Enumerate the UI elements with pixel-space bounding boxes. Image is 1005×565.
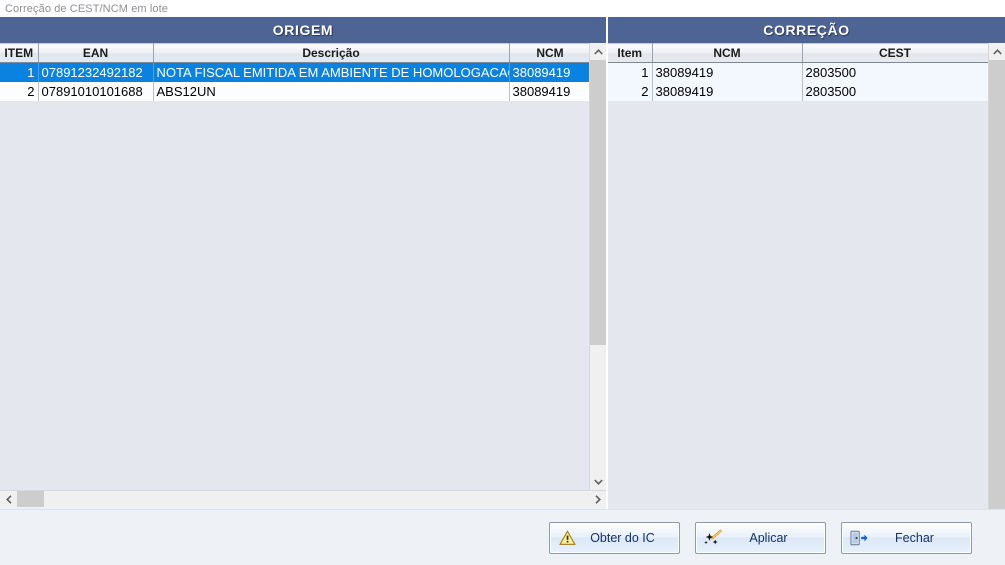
- origem-vscroll-thumb[interactable]: [590, 60, 606, 345]
- origem-cell-ncm: 38089419: [509, 82, 589, 101]
- correcao-cell-ncm: 38089419: [652, 82, 803, 101]
- magic-wand-icon: [702, 529, 724, 546]
- origem-cell-item: 1: [0, 62, 39, 82]
- aplicar-label: Aplicar: [749, 530, 788, 545]
- obter-do-ic-label: Obter do IC: [590, 530, 655, 545]
- correcao-panel: CORREÇÃO Item NCM CEST 1 38089419 280350…: [608, 17, 1005, 509]
- exit-door-icon: [848, 530, 870, 546]
- correcao-grid-empty-area: [608, 101, 988, 509]
- chevron-up-icon[interactable]: [989, 43, 1005, 60]
- table-row[interactable]: 2 38089419 2803500: [608, 82, 988, 101]
- correcao-header-row: Item NCM CEST: [608, 43, 988, 63]
- origem-vscroll-track[interactable]: [590, 60, 606, 473]
- origem-panel-body: ITEM EAN Descrição NCM 1 07891232492182 …: [0, 43, 608, 509]
- correcao-col-cest[interactable]: CEST: [802, 43, 988, 63]
- correcao-grid-wrapper: Item NCM CEST 1 38089419 2803500 2 38089…: [608, 43, 1005, 509]
- origem-panel: ORIGEM ITEM EAN Descrição NCM 1 07891232…: [0, 17, 608, 509]
- aplicar-button[interactable]: Aplicar: [695, 521, 826, 554]
- correcao-cell-item: 1: [608, 62, 653, 82]
- table-row[interactable]: 1 38089419 2803500: [608, 62, 988, 82]
- origem-grid-wrapper: ITEM EAN Descrição NCM 1 07891232492182 …: [0, 43, 608, 490]
- origem-vertical-scrollbar[interactable]: [589, 43, 606, 490]
- correcao-vertical-scrollbar[interactable]: [988, 43, 1005, 509]
- correcao-panel-body: Item NCM CEST 1 38089419 2803500 2 38089…: [608, 43, 1005, 509]
- correcao-table: Item NCM CEST 1 38089419 2803500 2 38089…: [608, 43, 988, 101]
- origem-grid-empty-area: [0, 101, 589, 490]
- origem-cell-ncm: 38089419: [509, 62, 589, 82]
- obter-do-ic-button[interactable]: Obter do IC: [549, 521, 680, 554]
- origem-col-item[interactable]: ITEM: [0, 43, 39, 63]
- correcao-vscroll-track[interactable]: [989, 60, 1005, 509]
- origem-horizontal-scrollbar[interactable]: [0, 490, 606, 507]
- chevron-up-icon[interactable]: [590, 43, 606, 60]
- correcao-panel-title: CORREÇÃO: [608, 17, 1005, 43]
- origem-panel-title: ORIGEM: [0, 17, 608, 43]
- correcao-cell-item: 2: [608, 82, 653, 101]
- origem-cell-descricao: ABS12UN: [153, 82, 510, 101]
- correcao-col-ncm[interactable]: NCM: [652, 43, 803, 63]
- correcao-cell-cest: 2803500: [802, 82, 988, 101]
- origem-cell-ean: 07891232492182: [38, 62, 154, 82]
- window-titlebar: Correção de CEST/NCM em lote: [0, 0, 1005, 17]
- origem-cell-item: 2: [0, 82, 39, 101]
- fechar-button[interactable]: Fechar: [841, 521, 972, 554]
- origem-cell-ean: 07891010101688: [38, 82, 154, 101]
- window-title: Correção de CEST/NCM em lote: [5, 2, 168, 15]
- chevron-right-icon[interactable]: [589, 491, 606, 507]
- origem-header-row: ITEM EAN Descrição NCM: [0, 43, 589, 63]
- correcao-col-item[interactable]: Item: [608, 43, 653, 63]
- origem-cell-descricao: NOTA FISCAL EMITIDA EM AMBIENTE DE HOMOL…: [153, 62, 510, 82]
- origem-hscroll-track[interactable]: [17, 491, 589, 507]
- correcao-cell-cest: 2803500: [802, 62, 988, 82]
- origem-col-ean[interactable]: EAN: [38, 43, 154, 63]
- window-content: ORIGEM ITEM EAN Descrição NCM 1 07891232…: [0, 17, 1005, 565]
- chevron-left-icon[interactable]: [0, 491, 17, 507]
- origem-col-ncm[interactable]: NCM: [509, 43, 589, 63]
- correcao-grid[interactable]: Item NCM CEST 1 38089419 2803500 2 38089…: [608, 43, 988, 509]
- table-row[interactable]: 2 07891010101688 ABS12UN 38089419: [0, 82, 589, 101]
- origem-bottom-bar: [0, 490, 608, 509]
- footer-button-bar: Obter do IC Aplicar Fechar: [0, 509, 1005, 565]
- origem-grid[interactable]: ITEM EAN Descrição NCM 1 07891232492182 …: [0, 43, 589, 490]
- panels-container: ORIGEM ITEM EAN Descrição NCM 1 07891232…: [0, 17, 1005, 509]
- fechar-label: Fechar: [895, 530, 934, 545]
- correcao-cest-ncm-window: Correção de CEST/NCM em lote ORIGEM ITEM…: [0, 0, 1005, 565]
- warning-triangle-icon: [556, 529, 578, 546]
- origem-col-descricao[interactable]: Descrição: [153, 43, 510, 63]
- chevron-down-icon[interactable]: [590, 473, 606, 490]
- table-row[interactable]: 1 07891232492182 NOTA FISCAL EMITIDA EM …: [0, 62, 589, 82]
- origem-hscroll-thumb[interactable]: [17, 491, 44, 507]
- origem-table: ITEM EAN Descrição NCM 1 07891232492182 …: [0, 43, 589, 101]
- correcao-cell-ncm: 38089419: [652, 62, 803, 82]
- correcao-vscroll-thumb[interactable]: [989, 60, 1005, 509]
